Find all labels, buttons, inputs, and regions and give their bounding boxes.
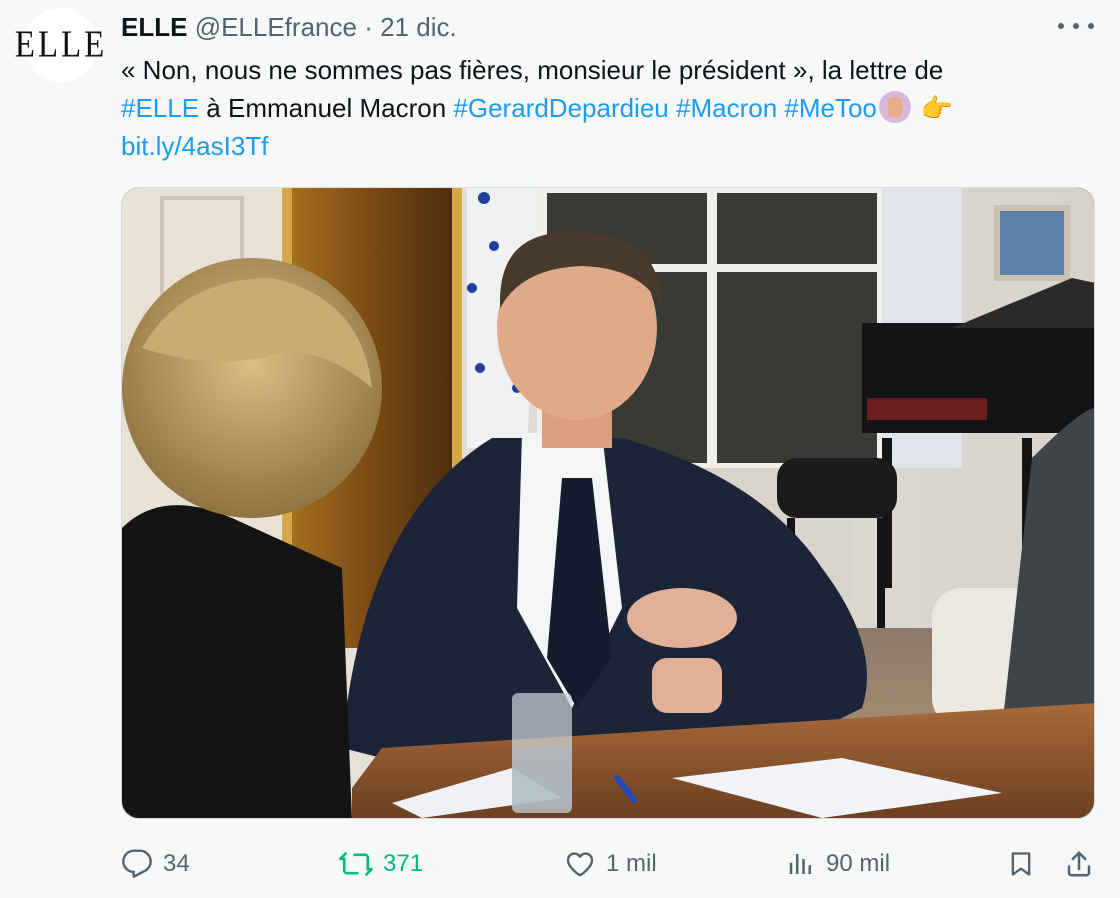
hashtag-metoo[interactable]: #MeToo <box>784 93 877 123</box>
reply-count: 34 <box>163 850 190 877</box>
reply-button[interactable]: 34 <box>121 840 190 888</box>
hashtag-elle[interactable]: #ELLE <box>121 93 199 123</box>
tweet-photo[interactable] <box>121 187 1095 819</box>
retweet-count: 371 <box>383 850 424 877</box>
views-icon <box>789 854 811 874</box>
like-count: 1 mil <box>606 850 657 877</box>
more-icon[interactable] <box>1058 14 1094 38</box>
separator-dot: · <box>364 12 373 42</box>
more-dot <box>1058 23 1064 29</box>
hashtag-gerarddepardieu[interactable]: #GerardDepardieu <box>453 93 668 123</box>
view-count: 90 mil <box>826 850 891 877</box>
hashtag-macron[interactable]: #Macron <box>676 93 777 123</box>
tweet-header: ELLE @ELLEfrance · 21 dic. <box>121 11 457 43</box>
heart-icon <box>566 852 594 877</box>
bookmark-icon <box>1011 852 1031 876</box>
share-button[interactable] <box>1064 840 1104 888</box>
tweet-date[interactable]: 21 dic. <box>380 12 457 42</box>
author-name[interactable]: ELLE <box>121 12 187 42</box>
tweet-text: « Non, nous ne sommes pas fières, monsie… <box>121 51 1081 165</box>
like-button[interactable]: 1 mil <box>564 840 657 888</box>
tweet: ELLE ELLE @ELLEfrance · 21 dic. « Non, n… <box>0 0 1120 898</box>
more-dot <box>1088 23 1094 29</box>
reply-icon <box>122 849 152 878</box>
share-icon <box>1067 851 1091 877</box>
more-dot <box>1073 23 1079 29</box>
avatar-logo: ELLE <box>14 23 108 66</box>
photo-illustration <box>122 188 1094 818</box>
tweet-text-intro: « Non, nous ne sommes pas fières, monsie… <box>121 55 944 85</box>
avatar[interactable]: ELLE <box>15 8 104 82</box>
author-handle[interactable]: @ELLEfrance <box>195 12 357 42</box>
bookmark-button[interactable] <box>1007 840 1045 888</box>
tweet-actions: 34 371 1 mil 90 mil <box>121 840 1095 888</box>
retweet-button[interactable]: 371 <box>339 840 423 888</box>
pointing-right-emoji-icon: 👉 <box>920 93 954 123</box>
views-button[interactable]: 90 mil <box>786 840 890 888</box>
tweet-text-mid: à Emmanuel Macron <box>199 93 454 123</box>
tweet-link[interactable]: bit.ly/4asI3Tf <box>121 131 268 161</box>
raised-hand-emoji-icon <box>878 91 911 123</box>
retweet-icon <box>339 852 373 876</box>
